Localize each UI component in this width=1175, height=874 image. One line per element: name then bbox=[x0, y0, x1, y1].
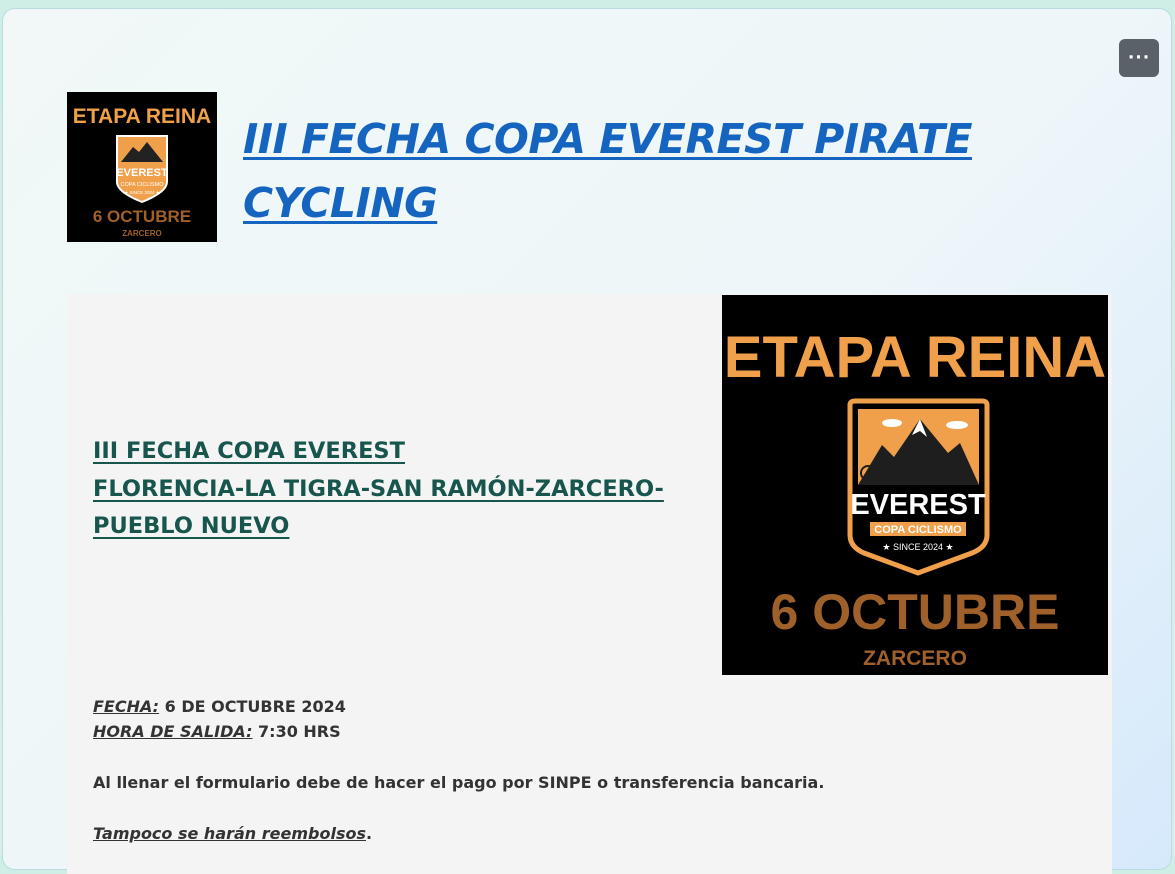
poster-location: ZARCERO bbox=[863, 647, 967, 670]
logo-date: 6 OCTUBRE bbox=[93, 207, 191, 226]
poster-date: 6 OCTUBRE bbox=[771, 584, 1060, 640]
event-poster-image: ETAPA REINA EVEREST COPA CICLISMO ★ SINC… bbox=[722, 295, 1108, 675]
date-row: FECHA: 6 DE OCTUBRE 2024 bbox=[93, 694, 1073, 719]
poster-badge-since: ★ SINCE 2024 ★ bbox=[882, 542, 953, 552]
heading-line-2: FLORENCIA-LA TIGRA-SAN RAMÓN-ZARCERO- bbox=[93, 475, 664, 502]
start-time-row: HORA DE SALIDA: 7:30 HRS bbox=[93, 719, 1073, 744]
form-card: ··· ETAPA REINA EVEREST COPA CICLISMO ★ … bbox=[3, 9, 1171, 874]
poster-headline: ETAPA REINA bbox=[724, 325, 1106, 390]
event-description-panel: III FECHA COPA EVEREST FLORENCIA-LA TIGR… bbox=[67, 294, 1112, 874]
date-label: FECHA: bbox=[93, 697, 160, 716]
date-value: 6 DE OCTUBRE 2024 bbox=[159, 697, 346, 716]
heading-line-3: PUEBLO NUEVO bbox=[93, 513, 290, 539]
start-time-value: 7:30 HRS bbox=[252, 722, 341, 741]
logo-location: ZARCERO bbox=[122, 229, 162, 238]
start-time-label: HORA DE SALIDA: bbox=[93, 722, 253, 741]
logo-badge-sub: COPA CICLISMO bbox=[121, 182, 165, 188]
poster-badge-name: EVEREST bbox=[850, 489, 986, 521]
logo-headline: ETAPA REINA bbox=[73, 105, 211, 128]
poster-badge-sub: COPA CICLISMO bbox=[874, 524, 962, 536]
more-icon: ··· bbox=[1127, 48, 1151, 68]
refund-note: Tampoco se harán reembolsos bbox=[93, 824, 366, 843]
form-logo: ETAPA REINA EVEREST COPA CICLISMO ★ SINC… bbox=[67, 92, 217, 242]
logo-badge-name: EVEREST bbox=[116, 167, 168, 179]
event-details: FECHA: 6 DE OCTUBRE 2024 HORA DE SALIDA:… bbox=[93, 694, 1073, 846]
refund-note-row: Tampoco se harán reembolsos. bbox=[93, 821, 1073, 846]
heading-line-1: III FECHA COPA EVEREST bbox=[93, 438, 405, 464]
logo-badge-since: ★ SINCE 2024 ★ bbox=[124, 190, 161, 195]
form-title[interactable]: III FECHA COPA EVEREST PIRATE CYCLING bbox=[243, 107, 1043, 235]
event-route-heading: III FECHA COPA EVEREST FLORENCIA-LA TIGR… bbox=[93, 433, 713, 546]
more-options-button[interactable]: ··· bbox=[1119, 39, 1159, 77]
payment-note: Al llenar el formulario debe de hacer el… bbox=[93, 773, 825, 792]
refund-note-period: . bbox=[366, 824, 373, 843]
